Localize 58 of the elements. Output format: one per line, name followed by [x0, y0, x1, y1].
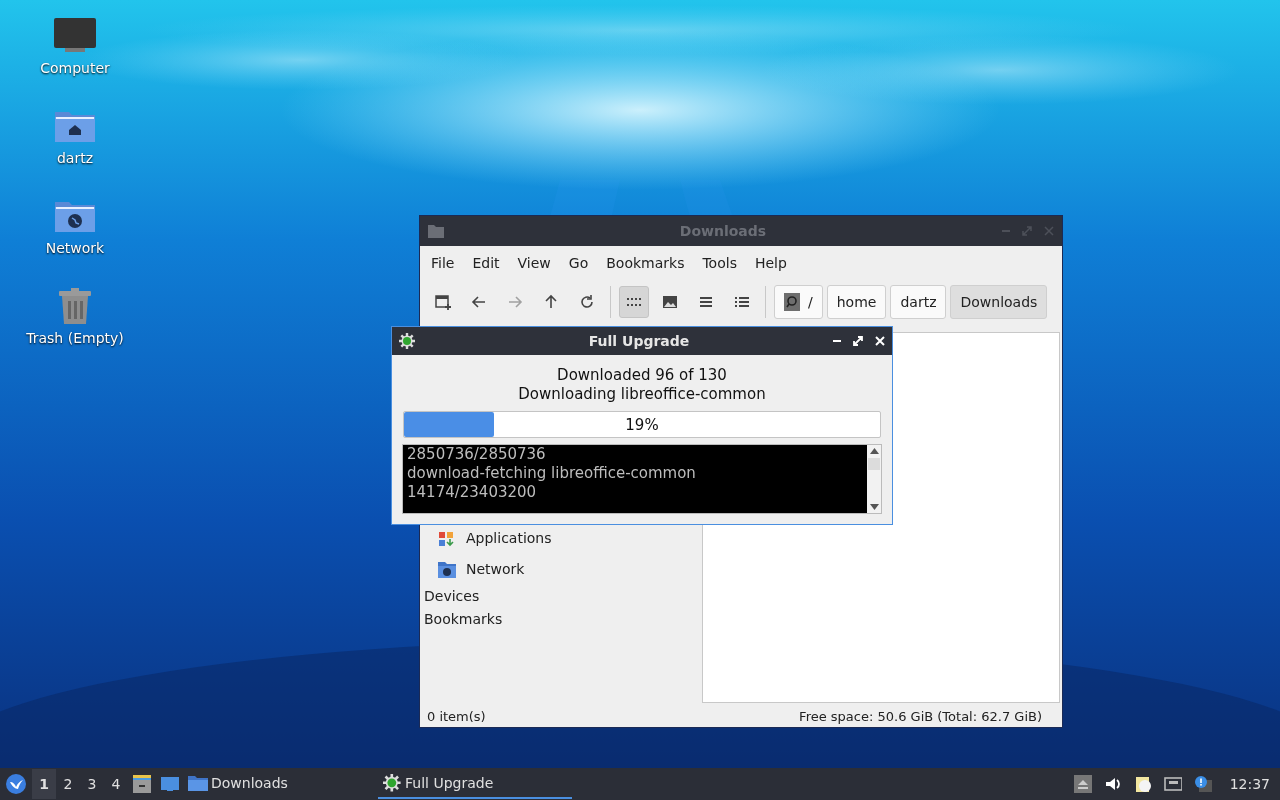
menu-item[interactable]: Edit [465, 255, 511, 271]
reload-icon [578, 293, 596, 311]
desktop-icon [160, 774, 180, 794]
menu-item[interactable]: Help [747, 255, 798, 271]
volume-icon[interactable] [1103, 775, 1122, 793]
scroll-down-icon [869, 504, 879, 510]
menu-item[interactable]: Bookmarks [599, 255, 696, 271]
menu-item[interactable]: Go [561, 255, 600, 271]
network-folder-icon [438, 559, 456, 578]
desktop-icon-label[interactable]: Trash (Empty) [26, 330, 124, 346]
minimize-icon [833, 340, 841, 342]
folder-icon [428, 224, 444, 238]
network-port-icon[interactable] [1163, 775, 1182, 793]
scroll-up-icon [869, 448, 879, 454]
workspace-button[interactable]: 1 [32, 769, 56, 799]
workspace-button[interactable]: 4 [104, 769, 128, 799]
menu-item[interactable]: File [424, 255, 466, 271]
file-cabinet-icon [132, 774, 152, 794]
scrollbar[interactable] [867, 445, 881, 513]
side-pane-heading[interactable]: Bookmarks [424, 607, 503, 630]
status-message: Downloaded 96 of 130 [557, 366, 727, 385]
path-button[interactable]: home [826, 285, 887, 319]
status-message: Downloading libreoffice-common [518, 385, 766, 404]
taskbar-window-button[interactable]: Downloads [184, 769, 378, 799]
path-button[interactable]: Downloads [950, 285, 1048, 319]
workspace-button[interactable]: 3 [80, 769, 104, 799]
maximize-icon [1022, 226, 1032, 236]
workspace-button[interactable]: 2 [56, 769, 80, 799]
folder-icon [188, 773, 208, 793]
menu-item[interactable]: View [510, 255, 562, 271]
side-pane-item[interactable]: Applications [466, 529, 552, 546]
window-title: Downloads [678, 223, 768, 239]
close-icon [875, 336, 885, 346]
window-title: Full Upgrade [587, 333, 691, 349]
log-line: download-fetching libreoffice-common [407, 464, 696, 483]
close-icon [1044, 226, 1054, 236]
status-text: 0 item(s) [427, 708, 486, 724]
eject-icon[interactable] [1073, 775, 1092, 793]
log-line: 14174/23403200 [407, 483, 537, 502]
desktop-icon-label[interactable]: Network [45, 240, 105, 256]
new-tab-icon [434, 293, 452, 311]
taskbar-window-button[interactable]: Full Upgrade [378, 769, 572, 799]
notification-icon[interactable] [1193, 775, 1212, 793]
icon-grid-button[interactable] [619, 286, 649, 318]
log-line: 2850736/2850736 [407, 445, 546, 464]
clock[interactable]: 12:37 [1229, 776, 1270, 792]
status-text: Free space: 50.6 GiB (Total: 62.7 GiB) [799, 708, 1042, 724]
side-pane-heading[interactable]: Devices [424, 584, 480, 607]
side-pane-item[interactable]: Network [466, 560, 525, 577]
maximize-icon [853, 336, 863, 346]
path-button[interactable]: dartz [890, 285, 947, 319]
path-button[interactable]: / [774, 285, 823, 319]
image-icon [661, 293, 679, 311]
gear-icon [399, 333, 415, 349]
gear-icon [382, 773, 402, 793]
menu-item[interactable]: Tools [695, 255, 748, 271]
progress-percent: 19% [625, 415, 659, 434]
scrollbar-thumb[interactable] [868, 458, 880, 470]
